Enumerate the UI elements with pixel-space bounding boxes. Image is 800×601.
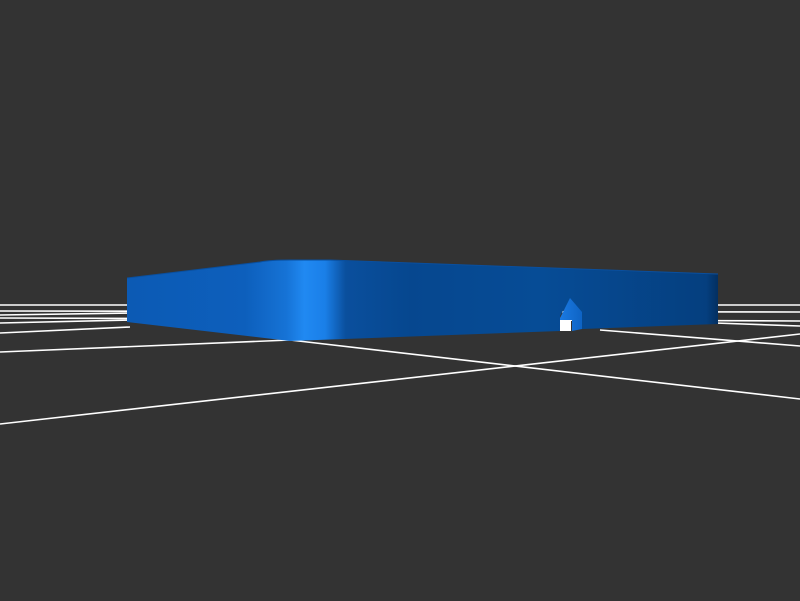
grid-line bbox=[289, 339, 800, 400]
grid-line bbox=[0, 319, 131, 324]
plate-side-face bbox=[127, 260, 718, 341]
3d-viewport[interactable] bbox=[0, 0, 800, 601]
grid-line bbox=[714, 322, 800, 327]
grid-line bbox=[0, 339, 291, 353]
plate-model[interactable] bbox=[126, 259, 719, 341]
notch-opening bbox=[560, 320, 571, 331]
grid-line bbox=[0, 326, 131, 334]
grid-line bbox=[0, 312, 131, 316]
scene-canvas[interactable] bbox=[0, 0, 800, 601]
